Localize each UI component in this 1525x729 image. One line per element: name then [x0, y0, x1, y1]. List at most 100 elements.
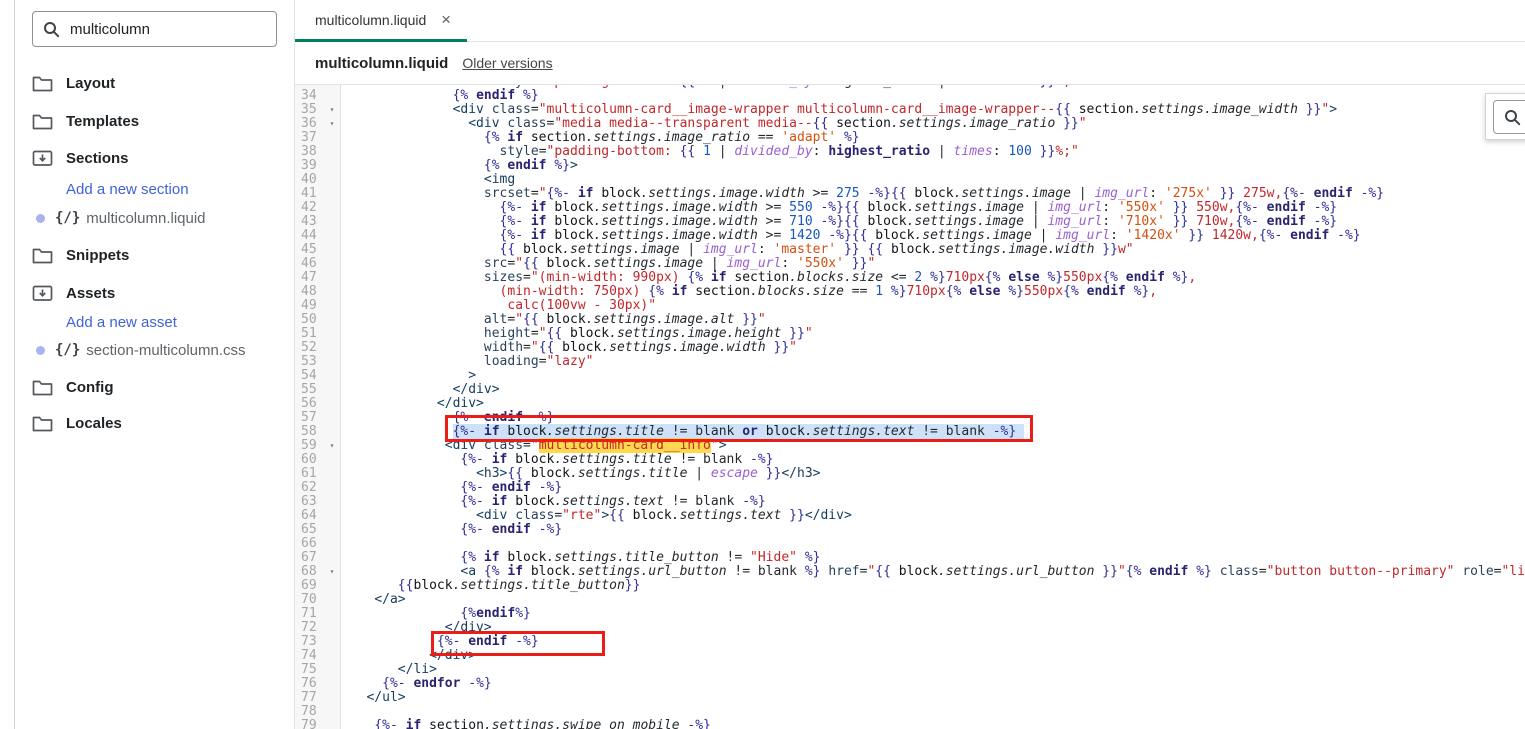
code-line-68[interactable]: 68 ▾ <a {% if block.settings.url_button !…	[295, 565, 1525, 579]
token: endif	[1290, 228, 1330, 243]
code-line-37[interactable]: 37 {% if section.settings.image_ratio ==…	[295, 131, 1525, 145]
fold-arrow-icon[interactable]: ▾	[324, 117, 340, 131]
tab-multicolumn-liquid[interactable]: multicolumn.liquid ×	[295, 0, 467, 42]
code-line-35[interactable]: 35 ▾ <div class="multicolumn-card__image-…	[295, 103, 1525, 117]
code-line-69[interactable]: 69 {{block.settings.title_button}}	[295, 579, 1525, 593]
sidebar-item-assets[interactable]: Assets	[32, 282, 115, 304]
token: endif	[507, 158, 547, 173]
code-tokens: {%- if block.settings.text != blank -%}	[460, 494, 765, 509]
token: %}	[523, 88, 539, 103]
folder-icon	[32, 380, 53, 396]
sidebar-item-add-a-new-section[interactable]: Add a new section	[66, 178, 189, 200]
token: '275x'	[1164, 186, 1212, 201]
code-line-38[interactable]: 38 style="padding-bottom: {{ 1 | divided…	[295, 145, 1525, 159]
token: {%	[1102, 270, 1126, 285]
gutter: 38	[295, 145, 341, 159]
code-line-66[interactable]: 66	[295, 537, 1525, 551]
token: }}	[1032, 85, 1056, 89]
token: %}	[804, 550, 821, 565]
code-line-67[interactable]: 67 {% if block.settings.title_button != …	[295, 551, 1525, 565]
code-line-71[interactable]: 71 {%endif%}	[295, 607, 1525, 621]
sidebar-item-snippets[interactable]: Snippets	[32, 244, 129, 266]
code-line-54[interactable]: 54 >	[295, 369, 1525, 383]
code-line-53[interactable]: 53 loading="lazy"	[295, 355, 1525, 369]
code-line-64[interactable]: 64 <div class="rte">{{ block.settings.te…	[295, 509, 1525, 523]
sidebar-item-add-a-new-asset[interactable]: Add a new asset	[66, 311, 177, 333]
code-tokens: {%- endfor -%}	[382, 676, 492, 691]
code-line-72[interactable]: 72 </div>	[295, 621, 1525, 635]
code-line-76[interactable]: 76 {%- endfor -%}	[295, 677, 1525, 691]
code-line-46[interactable]: 46 src="{{ block.settings.image | img_ur…	[295, 257, 1525, 271]
token: endif	[1086, 284, 1126, 299]
code-line-52[interactable]: 52 width="{{ block.settings.image.width …	[295, 341, 1525, 355]
token: {%-	[546, 186, 578, 201]
code-line-74[interactable]: 74 </div>	[295, 649, 1525, 663]
code-line-40[interactable]: 40 <img	[295, 173, 1525, 187]
code-line-62[interactable]: 62 {%- endif -%}	[295, 481, 1525, 495]
sidebar-item-layout[interactable]: Layout	[32, 72, 115, 94]
code-editor[interactable]: style="padding-bottom: {{ 1 | divided_by…	[295, 85, 1525, 729]
code-line-55[interactable]: 55 </div>	[295, 383, 1525, 397]
code-line-75[interactable]: 75 </li>	[295, 663, 1525, 677]
token: block	[570, 326, 610, 341]
code-line-56[interactable]: 56 </div>	[295, 397, 1525, 411]
code-text: (min-width: 750px) {% if section.blocks.…	[341, 284, 1158, 299]
token: %}	[890, 284, 907, 299]
sidebar-item-templates[interactable]: Templates	[32, 110, 139, 132]
code-line-48[interactable]: 48 (min-width: 750px) {% if section.bloc…	[295, 285, 1525, 299]
code-line-41[interactable]: 41 srcset="{%- if block.settings.image.w…	[295, 187, 1525, 201]
gutter: 47	[295, 271, 341, 285]
code-line-43[interactable]: 43 {%- if block.settings.image.width >= …	[295, 215, 1525, 229]
token: -%}	[1360, 186, 1385, 201]
fold-arrow-icon	[324, 509, 340, 523]
sidebar-search-box[interactable]	[32, 11, 277, 47]
code-line-63[interactable]: 63 {%- if block.settings.text != blank -…	[295, 495, 1525, 509]
code-tokens: <div class="media media--transparent med…	[468, 116, 1086, 131]
code-line-79[interactable]: 79 {%- if section.settings.swipe_on_mobi…	[295, 719, 1525, 729]
token: .settings.text	[554, 494, 664, 509]
code-line-61[interactable]: 61 <h3>{{ block.settings.title | escape …	[295, 467, 1525, 481]
sidebar-item-multicolumn-liquid[interactable]: {/} multicolumn.liquid	[32, 207, 206, 229]
fold-arrow-icon[interactable]: ▾	[324, 439, 340, 453]
token: -%}	[1313, 214, 1338, 229]
sidebar-item-locales[interactable]: Locales	[32, 412, 122, 434]
token: loading	[483, 354, 539, 369]
fold-arrow-icon[interactable]: ▾	[324, 103, 340, 117]
code-line-58[interactable]: 58 {%- if block.settings.title != blank …	[295, 424, 1525, 439]
sidebar-item-config[interactable]: Config	[32, 376, 113, 398]
token: '1420x'	[1125, 228, 1181, 243]
code-line-70[interactable]: 70 </a>	[295, 593, 1525, 607]
token: block	[632, 508, 672, 523]
sidebar-search-input[interactable]	[70, 20, 266, 38]
code-line-47[interactable]: 47 sizes="(min-width: 990px) {% if secti…	[295, 271, 1525, 285]
code-line-51[interactable]: 51 height="{{ block.settings.image.heigh…	[295, 327, 1525, 341]
code-tokens: >	[468, 368, 476, 383]
sidebar-item-section-multicolumn-css[interactable]: {/} section-multicolumn.css	[32, 339, 246, 361]
code-tokens: </li>	[398, 662, 437, 677]
code-tokens: alt="{{ block.settings.image.alt }}"	[484, 312, 766, 327]
code-line-57[interactable]: 57 {%- endif -%}	[295, 411, 1525, 425]
code-line-42[interactable]: 42 {%- if block.settings.image.width >= …	[295, 201, 1525, 215]
code-line-60[interactable]: 60 {%- if block.settings.title != blank …	[295, 453, 1525, 467]
sidebar-item-sections[interactable]: Sections	[32, 147, 129, 169]
close-icon[interactable]: ×	[441, 11, 451, 28]
token: {%	[945, 284, 970, 299]
find-input-box[interactable]	[1493, 100, 1525, 134]
gutter: 53	[295, 355, 341, 369]
code-line-45[interactable]: 45 {{ block.settings.image | img_url: 'm…	[295, 243, 1525, 257]
code-line-50[interactable]: 50 alt="{{ block.settings.image.alt }}"	[295, 313, 1525, 327]
fold-arrow-icon[interactable]: ▾	[324, 565, 340, 579]
code-line-44[interactable]: 44 {%- if block.settings.image.width >= …	[295, 229, 1525, 243]
code-line-59[interactable]: 59 ▾ <div class="multicolumn-card__info">	[295, 438, 1525, 453]
code-line-73[interactable]: 73 {%- endif -%}	[295, 635, 1525, 649]
code-tokens: {% endif %}	[453, 88, 539, 103]
token: width	[483, 340, 524, 355]
code-line-49[interactable]: 49 calc(100vw - 30px)"	[295, 299, 1525, 313]
code-line-39[interactable]: 39 {% endif %}>	[295, 159, 1525, 173]
code-line-36[interactable]: 36 ▾ <div class="media media--transparent…	[295, 117, 1525, 131]
code-line-34[interactable]: 34 {% endif %}	[295, 89, 1525, 103]
code-line-77[interactable]: 77 </ul>	[295, 691, 1525, 705]
older-versions-link[interactable]: Older versions	[462, 55, 552, 71]
code-line-65[interactable]: 65 {%- endif -%}	[295, 523, 1525, 537]
code-line-78[interactable]: 78	[295, 705, 1525, 719]
